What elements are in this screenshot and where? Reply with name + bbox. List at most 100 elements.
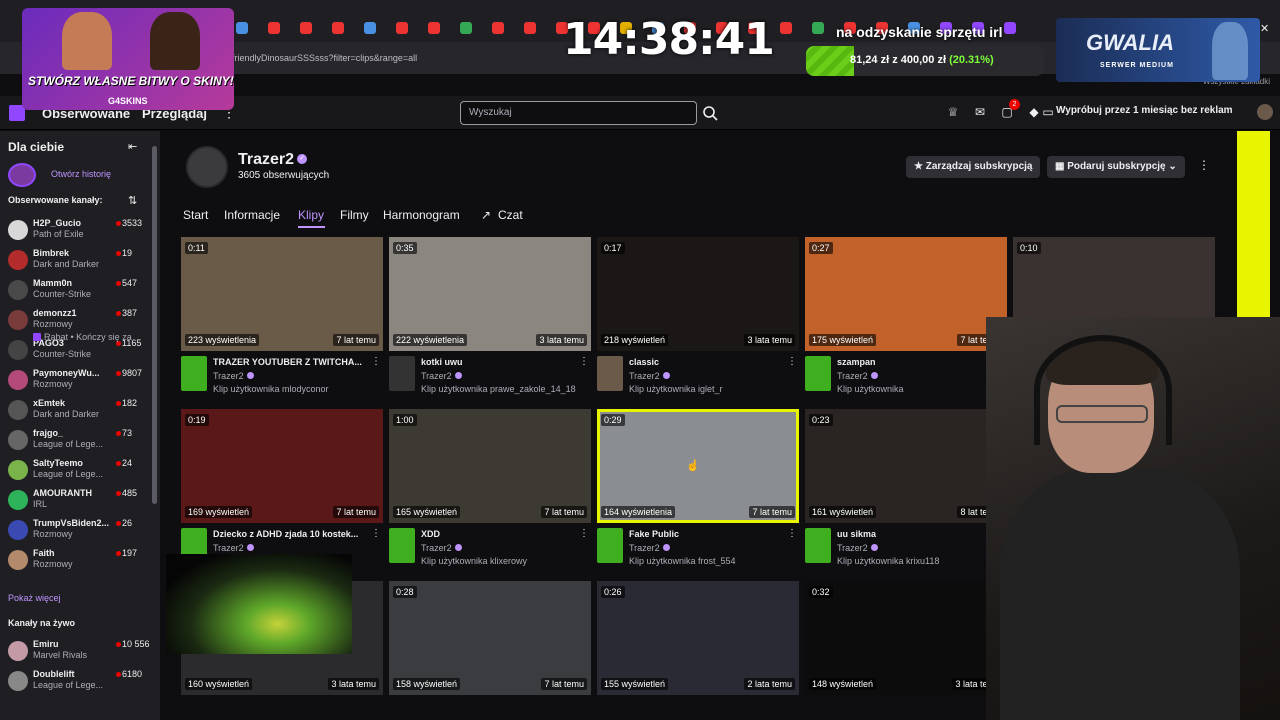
channel-avatar[interactable]: [186, 146, 228, 188]
sidebar-channel[interactable]: xEmtek Dark and Darker 182: [8, 398, 152, 426]
browser-tab-favicon-icon[interactable]: [812, 22, 824, 34]
sidebar-channel[interactable]: PAGO3 Counter-Strike 1165: [8, 338, 152, 366]
collapse-sidebar-icon[interactable]: ⇤: [128, 140, 137, 153]
clip-channel-avatar[interactable]: [181, 356, 207, 391]
sidebar-channel[interactable]: Bimbrek Dark and Darker 19: [8, 248, 152, 276]
tab-2[interactable]: Klipy: [298, 208, 324, 222]
history-avatar[interactable]: [8, 163, 36, 187]
sidebar-channel[interactable]: Faith Rozmowy 197: [8, 548, 152, 576]
clip-more-icon[interactable]: ⋮: [579, 356, 589, 367]
browser-tab-favicon-icon[interactable]: [428, 22, 440, 34]
clip-channel-avatar[interactable]: [805, 528, 831, 563]
sidebar-channel[interactable]: AMOURANTH IRL 485: [8, 488, 152, 516]
ad-free-promo-button[interactable]: Wypróbuj przez 1 miesiąc bez reklam: [1056, 105, 1233, 116]
clip-card[interactable]: 0:19 169 wyświetleń 7 lat temu Dziecko z AD…: [181, 409, 383, 569]
show-more-link[interactable]: Pokaż więcej: [8, 593, 61, 603]
tab-3[interactable]: Filmy: [340, 208, 369, 222]
clip-channel-avatar[interactable]: [389, 356, 415, 391]
clip-more-icon[interactable]: ⋮: [371, 356, 381, 367]
sidebar-channel[interactable]: H2P_Gucio Path of Exile 3533: [8, 218, 152, 246]
search-button[interactable]: [699, 101, 721, 125]
clip-channel[interactable]: Trazer2: [837, 543, 878, 553]
clip-card[interactable]: 0:32 148 wyświetleń 3 lata temu: [805, 581, 1007, 720]
clip-channel[interactable]: Trazer2: [213, 371, 254, 381]
clip-channel[interactable]: Trazer2: [629, 543, 670, 553]
clip-title[interactable]: Dziecko z ADHD zjada 10 kostek...: [213, 529, 363, 539]
tab-0[interactable]: Start: [183, 208, 208, 222]
viewer-count: 10 556: [122, 639, 150, 649]
clip-channel[interactable]: Trazer2: [421, 371, 462, 381]
manage-subscription-button[interactable]: ★ Zarządzaj subskrypcją: [906, 156, 1041, 178]
clip-card[interactable]: 0:23161 wyświetleń8 lat temuuu sikma⋮Tra…: [805, 409, 1007, 569]
tab-1[interactable]: Informacje: [224, 208, 280, 222]
clip-channel[interactable]: Trazer2: [213, 543, 254, 553]
crown-icon[interactable]: ♕: [945, 105, 961, 121]
sort-icon[interactable]: ⇅: [128, 194, 137, 207]
close-icon[interactable]: ✕: [1260, 22, 1269, 35]
clip-title[interactable]: classic: [629, 357, 779, 367]
browser-tab-favicon-icon[interactable]: [268, 22, 280, 34]
sidebar-channel[interactable]: frajgo_ League of Lege... 73: [8, 428, 152, 456]
clip-channel[interactable]: Trazer2: [421, 543, 462, 553]
sidebar-scrollbar[interactable]: [152, 146, 157, 504]
browser-tab-favicon-icon[interactable]: [396, 22, 408, 34]
clip-author[interactable]: Klip użytkownika krixu118: [837, 556, 939, 566]
sidebar-channel[interactable]: PaymoneyWu... Rozmowy 9807: [8, 368, 152, 396]
channel-more-icon[interactable]: ⋮: [1198, 158, 1210, 172]
browser-tab-favicon-icon[interactable]: [300, 22, 312, 34]
search-input[interactable]: Wyszukaj: [460, 101, 697, 125]
browser-tab-favicon-icon[interactable]: [236, 22, 248, 34]
clip-author[interactable]: Klip użytkownika iglet_r: [629, 384, 723, 394]
clip-more-icon[interactable]: ⋮: [787, 528, 797, 539]
clip-card[interactable]: 0:29 164 wyświetlenia 7 lat temu Fake Publi…: [597, 409, 799, 569]
clip-author[interactable]: Klip użytkownika mlodyconor: [213, 384, 329, 394]
user-avatar[interactable]: [1257, 104, 1273, 120]
clip-author[interactable]: Klip użytkownika prawe_zakole_14_18: [421, 384, 576, 394]
clip-card[interactable]: 0:28 158 wyświetleń 7 lat temu: [389, 581, 591, 720]
clip-card[interactable]: 0:17 218 wyświetleń 3 lata temu classic ⋮ Tra…: [597, 237, 799, 397]
gift-subscription-button[interactable]: ▦ Podaruj subskrypcję ⌄: [1047, 156, 1185, 178]
sidebar-channel[interactable]: Emiru Marvel Rivals 10 556: [8, 639, 152, 667]
clip-channel-avatar[interactable]: [597, 528, 623, 563]
tab-5[interactable]: Czat: [498, 208, 523, 222]
clip-more-icon[interactable]: ⋮: [579, 528, 589, 539]
clip-author[interactable]: Klip użytkownika klixerowy: [421, 556, 527, 566]
clip-card[interactable]: 0:26 155 wyświetleń 2 lata temu: [597, 581, 799, 720]
tab-4[interactable]: Harmonogram: [383, 208, 460, 222]
clip-title[interactable]: XDD: [421, 529, 571, 539]
clip-title[interactable]: kotki uwu: [421, 357, 571, 367]
clip-channel-avatar[interactable]: [389, 528, 415, 563]
clip-card[interactable]: 0:35 222 wyświetlenia 3 lata temu kotki uwu…: [389, 237, 591, 397]
g4skins-ad-overlay: STWÓRZ WŁASNE BITWY O SKINY! G4SKINS: [22, 8, 234, 110]
sidebar-channel[interactable]: TrumpVsBiden2... Rozmowy 26: [8, 518, 152, 546]
clip-author[interactable]: Klip użytkownika frost_554: [629, 556, 736, 566]
channel-name[interactable]: Trazer2: [238, 151, 294, 169]
clip-title[interactable]: TRAZER YOUTUBER Z TWITCHA...: [213, 357, 363, 367]
browser-tab-favicon-icon[interactable]: [492, 22, 504, 34]
browser-tab-favicon-icon[interactable]: [460, 22, 472, 34]
browser-tab-favicon-icon[interactable]: [780, 22, 792, 34]
sidebar-channel[interactable]: SaltyTeemo League of Lege... 24: [8, 458, 152, 486]
clip-card[interactable]: 1:00 165 wyświetleń 7 lat temu XDD ⋮ Trazer2 K…: [389, 409, 591, 569]
browser-tab-favicon-icon[interactable]: [1004, 22, 1016, 34]
browser-tab-favicon-icon[interactable]: [364, 22, 376, 34]
clip-card[interactable]: 0:11 223 wyświetlenia 7 lat temu TRAZER YOU…: [181, 237, 383, 397]
clip-more-icon[interactable]: ⋮: [371, 528, 381, 539]
clip-author[interactable]: Klip użytkownika: [837, 384, 904, 394]
clip-title[interactable]: uu sikma: [837, 529, 987, 539]
sidebar-channel[interactable]: Mamm0n Counter-Strike 547: [8, 278, 152, 306]
clip-more-icon[interactable]: ⋮: [787, 356, 797, 367]
sidebar-channel[interactable]: Doublelift League of Lege... 6180: [8, 669, 152, 697]
clip-channel[interactable]: Trazer2: [837, 371, 878, 381]
clip-channel-avatar[interactable]: [805, 356, 831, 391]
clip-card[interactable]: 0:27175 wyświetleń7 lat temuszampan⋮Traz…: [805, 237, 1007, 397]
browser-tab-favicon-icon[interactable]: [524, 22, 536, 34]
inbox-icon[interactable]: ✉: [972, 105, 988, 121]
url-text[interactable]: friendlyDinosaurSSSsss?filter=clips&rang…: [232, 53, 417, 63]
browser-tab-favicon-icon[interactable]: [332, 22, 344, 34]
clip-channel[interactable]: Trazer2: [629, 371, 670, 381]
open-history-link[interactable]: Otwórz historię: [51, 169, 111, 179]
clip-title[interactable]: Fake Public: [629, 529, 779, 539]
clip-title[interactable]: szampan: [837, 357, 987, 367]
clip-channel-avatar[interactable]: [597, 356, 623, 391]
